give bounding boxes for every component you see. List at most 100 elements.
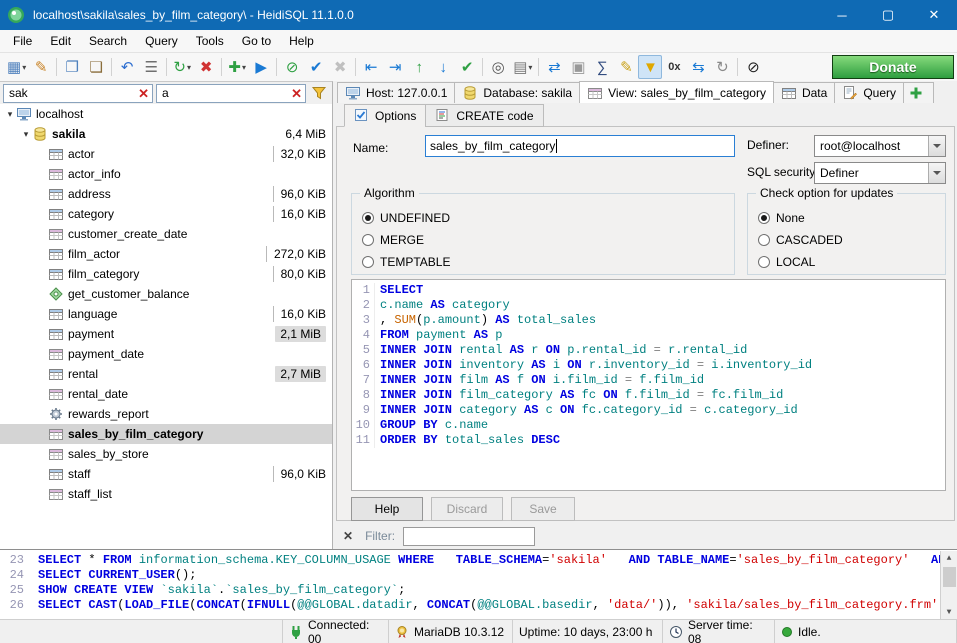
refresh-button[interactable]: ↻▾ [170,55,194,79]
menu-go-to[interactable]: Go to [233,31,280,51]
log-line-text[interactable]: SHOW CREATE VIEW `sakila`.`sales_by_film… [30,583,405,598]
search-button[interactable]: ◎ [486,55,510,79]
log-line-text[interactable]: SELECT CURRENT_USER(); [30,568,196,583]
sql-security-dropdown-icon[interactable] [928,163,945,183]
tree-item-actor-info[interactable]: actor_info [0,164,332,184]
undo-button[interactable]: ↶ [115,55,139,79]
help-button[interactable]: Help [351,497,423,521]
tree-item-address[interactable]: address96,0 KiB [0,184,332,204]
table-filter-input[interactable]: a ✕ [156,84,306,103]
database-filter-input[interactable]: sak ✕ [3,84,153,103]
clear-database-filter-icon[interactable]: ✕ [138,87,149,100]
tree-item-sales-by-store[interactable]: sales_by_store [0,444,332,464]
tree-item-customer-create-date[interactable]: customer_create_date [0,224,332,244]
sum-button[interactable]: ∑ [590,55,614,79]
last-record-button[interactable]: ⇥ [383,55,407,79]
snippets-button[interactable]: ▣ [566,55,590,79]
insert-record-button[interactable]: ↑ [407,55,431,79]
view-sql-editor[interactable]: 1SELECT2c.name AS category3, SUM(p.amoun… [351,279,946,491]
highlight-button[interactable]: ✎ [614,55,638,79]
editor-line-text[interactable]: INNER JOIN film_category AS fc ON f.film… [374,388,783,403]
subtab-create-code[interactable]: CREATE code [425,104,543,127]
unsafe-mode-button[interactable]: ⊘ [280,55,304,79]
tree-item-category[interactable]: category16,0 KiB [0,204,332,224]
editor-line-text[interactable]: INNER JOIN inventory AS i ON r.inventory… [374,358,812,373]
editor-line-text[interactable]: FROM payment AS p [374,328,502,343]
filter-toggle-button[interactable]: ▼ [638,55,662,79]
view-name-input[interactable]: sales_by_film_category [425,135,735,157]
tab-database[interactable]: Database: sakila [454,82,580,103]
tree-item-payment-date[interactable]: payment_date [0,344,332,364]
tab-host[interactable]: Host: 127.0.0.1 [337,82,455,103]
copy-button[interactable]: ❐ [60,55,84,79]
expander-icon[interactable]: ▾ [20,129,32,140]
tree-item-sales-by-film-category[interactable]: sales_by_film_category [0,424,332,444]
menu-file[interactable]: File [4,31,41,51]
radio-cascaded[interactable]: CASCADED [758,232,843,248]
first-record-button[interactable]: ⇤ [359,55,383,79]
radio-local[interactable]: LOCAL [758,254,815,270]
menu-edit[interactable]: Edit [41,31,80,51]
tab-new-query[interactable] [903,82,934,103]
scroll-up-icon[interactable]: ▲ [941,551,957,566]
editor-line-text[interactable]: c.name AS category [374,298,510,313]
close-button[interactable]: ✕ [911,0,957,30]
log-line-text[interactable]: SELECT * FROM information_schema.KEY_COL… [30,553,957,568]
menu-tools[interactable]: Tools [187,31,233,51]
expander-icon[interactable]: ▾ [4,109,16,120]
filter-input[interactable] [403,527,535,546]
kill-process-button[interactable]: ✖ [194,55,218,79]
log-line-text[interactable]: SELECT CAST(LOAD_FILE(CONCAT(IFNULL(@@GL… [30,598,957,613]
tree-item-rewards-report[interactable]: rewards_report [0,404,332,424]
sql-security-combobox[interactable]: Definer [814,162,946,184]
menu-query[interactable]: Query [136,31,187,51]
editor-line-text[interactable]: INNER JOIN film AS f ON i.film_id = f.fi… [374,373,704,388]
tab-query[interactable]: Query [834,82,904,103]
tree-item-film-category[interactable]: film_category80,0 KiB [0,264,332,284]
tree-item-staff[interactable]: staff96,0 KiB [0,464,332,484]
hex-toggle-button[interactable]: 0x [662,55,686,79]
editor-line-text[interactable]: , SUM(p.amount) AS total_sales [374,313,596,328]
tree-item-get-customer-balance[interactable]: get_customer_balance [0,284,332,304]
paste-button[interactable]: ❏ [84,55,108,79]
radio-temptable[interactable]: TEMPTABLE [362,254,450,270]
definer-combobox[interactable]: root@localhost [814,135,946,157]
tree-item-staff-list[interactable]: staff_list [0,484,332,504]
maximize-button[interactable]: ▢ [865,0,911,30]
radio-none[interactable]: None [758,210,805,226]
session-manager-button[interactable]: ▦▾ [4,55,29,79]
filter-funnel-icon[interactable] [309,85,329,101]
editor-line-text[interactable]: INNER JOIN category AS c ON fc.category_… [374,403,798,418]
create-new-button[interactable]: ✚▾ [225,55,249,79]
editor-line-text[interactable]: GROUP BY c.name [374,418,488,433]
tree-item-rental-date[interactable]: rental_date [0,384,332,404]
edit-session-button[interactable]: ✎ [29,55,53,79]
tree-item-localhost[interactable]: ▾localhost [0,104,332,124]
apply-button[interactable]: ✔ [304,55,328,79]
delete-record-button[interactable]: ↓ [431,55,455,79]
scrollbar-thumb[interactable] [943,567,956,587]
arrows-button[interactable]: ⇆ [686,55,710,79]
editor-line-text[interactable]: SELECT [374,283,423,298]
cancel-button[interactable]: ✖ [328,55,352,79]
stop-button[interactable]: ⊘ [741,55,765,79]
clear-table-filter-icon[interactable]: ✕ [291,87,302,100]
tree-item-rental[interactable]: rental2,7 MiB [0,364,332,384]
editor-line-text[interactable]: ORDER BY total_sales DESC [374,433,560,448]
post-record-button[interactable]: ✔ [455,55,479,79]
execute-button[interactable]: ▶ [249,55,273,79]
reconnect-button[interactable]: ↻ [710,55,734,79]
query-menu-button[interactable]: ▤▾ [510,55,535,79]
donate-button[interactable]: Donate [832,55,954,79]
menu-help[interactable]: Help [280,31,323,51]
tree-item-payment[interactable]: payment2,1 MiB [0,324,332,344]
editor-line-text[interactable]: INNER JOIN rental AS r ON p.rental_id = … [374,343,747,358]
radio-undefined[interactable]: UNDEFINED [362,210,450,226]
export-button[interactable]: ⇄ [542,55,566,79]
tab-view[interactable]: View: sales_by_film_category [579,81,774,103]
radio-merge[interactable]: MERGE [362,232,424,248]
definer-dropdown-icon[interactable] [928,136,945,156]
tree-item-language[interactable]: language16,0 KiB [0,304,332,324]
tree-item-sakila[interactable]: ▾sakila6,4 MiB [0,124,332,144]
print-button[interactable]: ☰ [139,55,163,79]
